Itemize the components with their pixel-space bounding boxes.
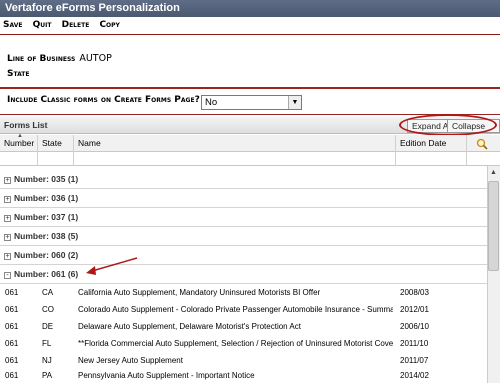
group-row-expanded[interactable]: - Number: 061 (6) (0, 265, 487, 284)
table-row[interactable]: 061 PA Pennsylvania Auto Supplement - Im… (0, 367, 487, 383)
window-title: Vertafore eForms Personalization (0, 0, 500, 17)
line-of-business-label: Line of Business (7, 54, 76, 64)
menu-bar: Save Quit Delete Copy (0, 17, 500, 35)
classic-forms-select[interactable]: No ▼ (201, 95, 302, 110)
menu-save[interactable]: Save (3, 20, 22, 30)
section-divider (0, 87, 500, 89)
group-row[interactable]: + Number: 036 (1) (0, 189, 487, 208)
dropdown-arrow-icon: ▼ (288, 96, 301, 109)
table-row[interactable]: 061 CO Colorado Auto Supplement - Colora… (0, 301, 487, 318)
line-of-business-row: Line of Business AUTOP (7, 53, 112, 64)
menu-copy[interactable]: Copy (99, 20, 119, 30)
filter-row (0, 152, 500, 166)
table-row[interactable]: 061 CA California Auto Supplement, Manda… (0, 284, 487, 301)
filter-number[interactable] (0, 152, 38, 166)
menu-delete[interactable]: Delete (62, 20, 90, 30)
filter-edition-date[interactable] (396, 152, 467, 166)
section-divider-2 (0, 114, 500, 115)
expand-plus-icon[interactable]: + (4, 196, 11, 203)
group-row[interactable]: + Number: 060 (2) (0, 246, 487, 265)
group-row[interactable]: + Number: 035 (1) (0, 170, 487, 189)
table-row[interactable]: 061 DE Delaware Auto Supplement, Delawar… (0, 318, 487, 335)
column-header-number[interactable]: ▲ Number (0, 133, 38, 152)
menu-quit[interactable]: Quit (33, 20, 52, 30)
collapse-all-button[interactable]: Collapse All (447, 119, 500, 143)
column-header-state[interactable]: State (38, 135, 74, 152)
scrollbar-thumb[interactable] (488, 181, 499, 271)
group-row[interactable]: + Number: 037 (1) (0, 208, 487, 227)
scroll-up-icon[interactable]: ▲ (487, 166, 500, 179)
line-of-business-value: AUTOP (79, 53, 112, 64)
group-row[interactable]: + Number: 038 (5) (0, 227, 487, 246)
state-label: State (7, 69, 30, 79)
classic-forms-value: No (205, 97, 218, 108)
column-header-edition-date[interactable]: Edition Date (396, 135, 467, 152)
expand-plus-icon[interactable]: + (4, 215, 11, 222)
collapse-minus-icon[interactable]: - (4, 272, 11, 279)
table-row[interactable]: 061 FL **Florida Commercial Auto Supplem… (0, 335, 487, 352)
expand-plus-icon[interactable]: + (4, 177, 11, 184)
expand-plus-icon[interactable]: + (4, 234, 11, 241)
classic-forms-label: Include Classic forms on Create Forms Pa… (7, 95, 200, 105)
filter-state[interactable] (38, 152, 74, 166)
column-headers: ▲ Number State Name Edition Date (0, 133, 500, 152)
sort-up-icon: ▲ (17, 133, 23, 139)
expand-plus-icon[interactable]: + (4, 253, 11, 260)
filter-name[interactable] (74, 152, 396, 166)
column-header-name[interactable]: Name (74, 135, 396, 152)
search-icon[interactable] (476, 138, 488, 150)
